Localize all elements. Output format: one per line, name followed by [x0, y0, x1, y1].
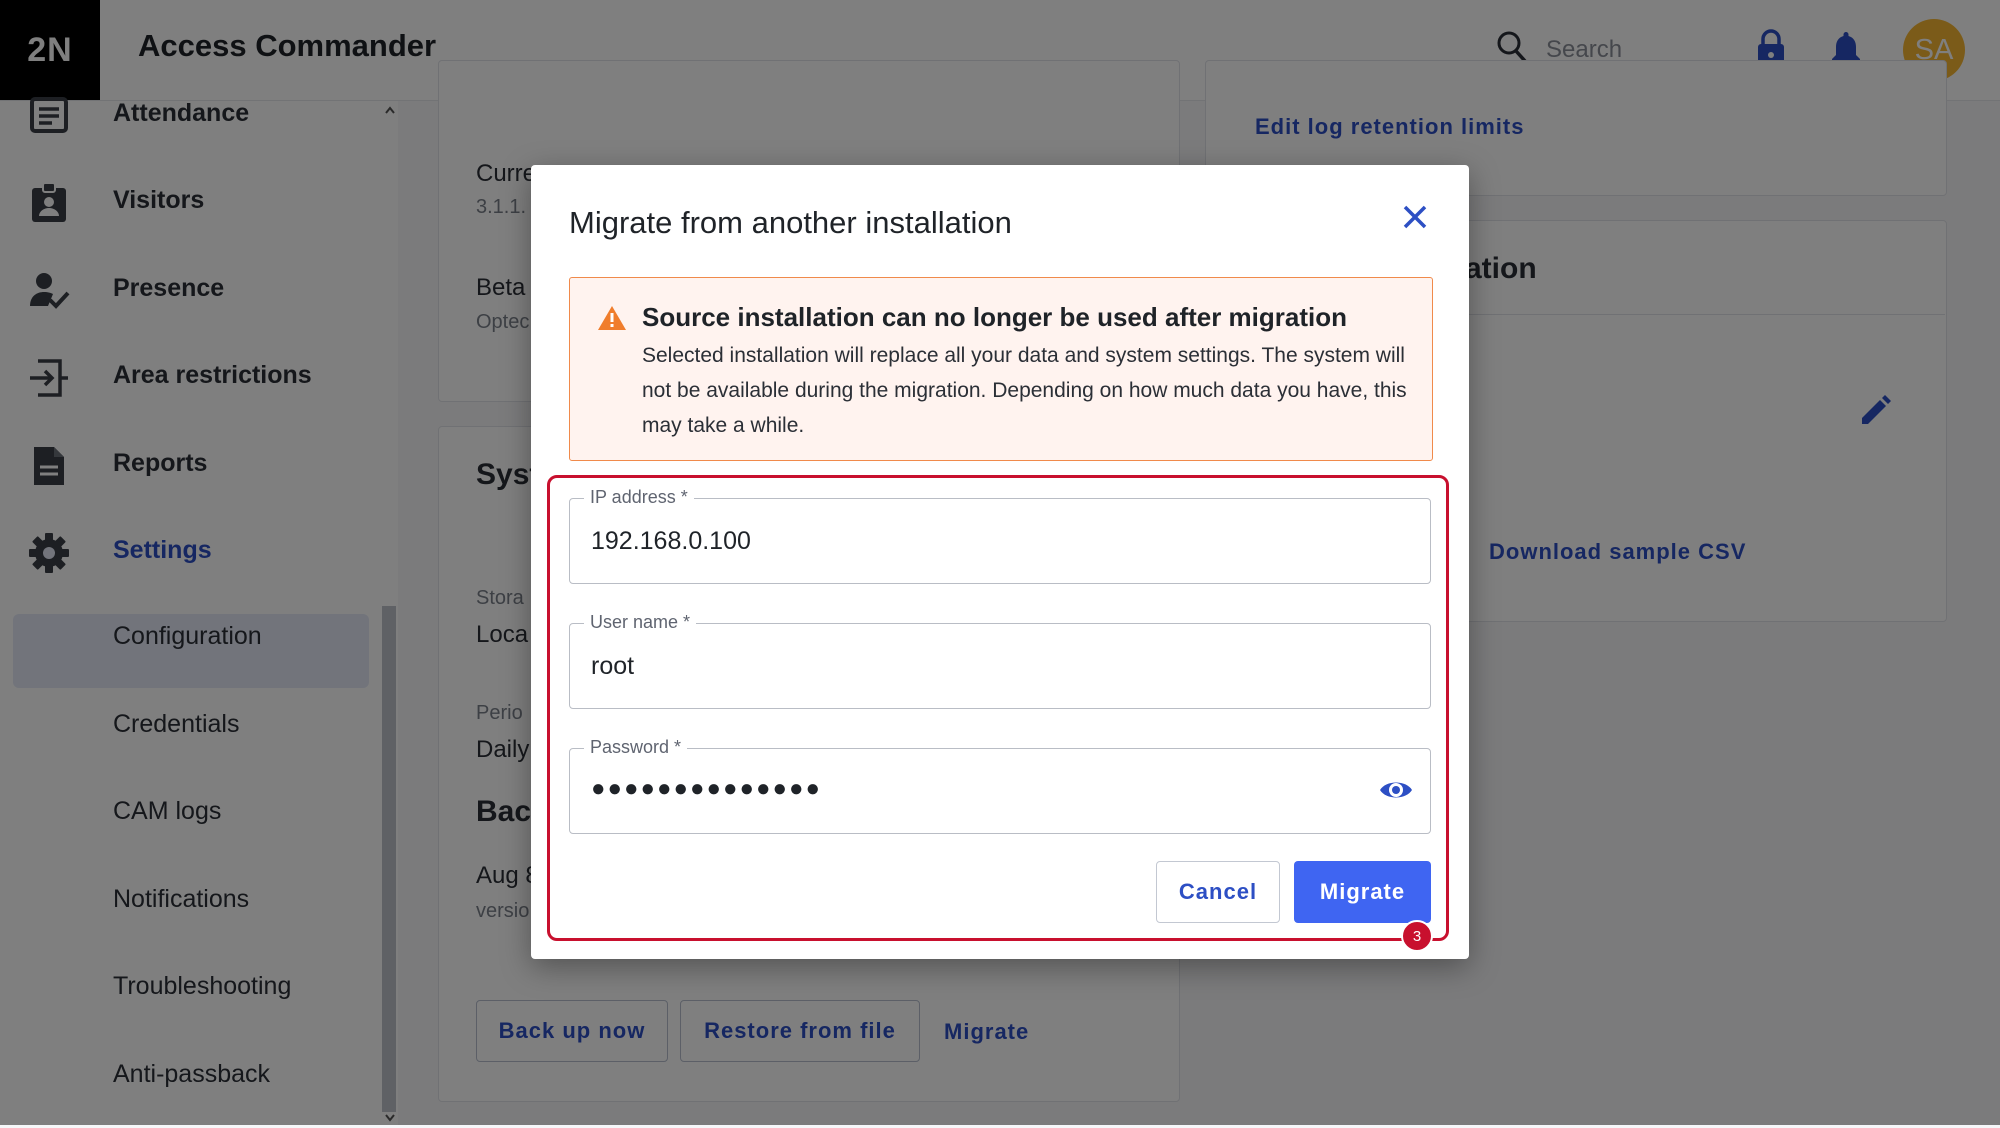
ip-address-field[interactable]: IP address * 192.168.0.100 [569, 487, 1431, 584]
dialog-title: Migrate from another installation [569, 205, 1012, 240]
ip-address-label: IP address * [584, 487, 694, 508]
cancel-button[interactable]: Cancel [1156, 861, 1280, 923]
eye-icon[interactable] [1378, 777, 1414, 808]
warning-body: Selected installation will replace all y… [642, 344, 1407, 437]
warning-title: Source installation can no longer be use… [642, 302, 1348, 332]
warning-triangle-icon [597, 304, 627, 337]
user-name-label: User name * [584, 612, 697, 633]
password-field[interactable]: Password * ●●●●●●●●●●●●●● [569, 737, 1431, 834]
user-name-value[interactable]: root [591, 652, 634, 681]
password-value[interactable]: ●●●●●●●●●●●●●● [591, 775, 822, 803]
migrate-button[interactable]: Migrate [1294, 861, 1431, 923]
migrate-dialog: Migrate from another installation Source… [531, 165, 1469, 959]
step-badge: 3 [1401, 920, 1433, 952]
close-icon[interactable] [1401, 203, 1429, 236]
warning-banner: Source installation can no longer be use… [569, 277, 1433, 461]
password-label: Password * [584, 737, 688, 758]
ip-address-value[interactable]: 192.168.0.100 [591, 527, 751, 556]
user-name-field[interactable]: User name * root [569, 612, 1431, 709]
